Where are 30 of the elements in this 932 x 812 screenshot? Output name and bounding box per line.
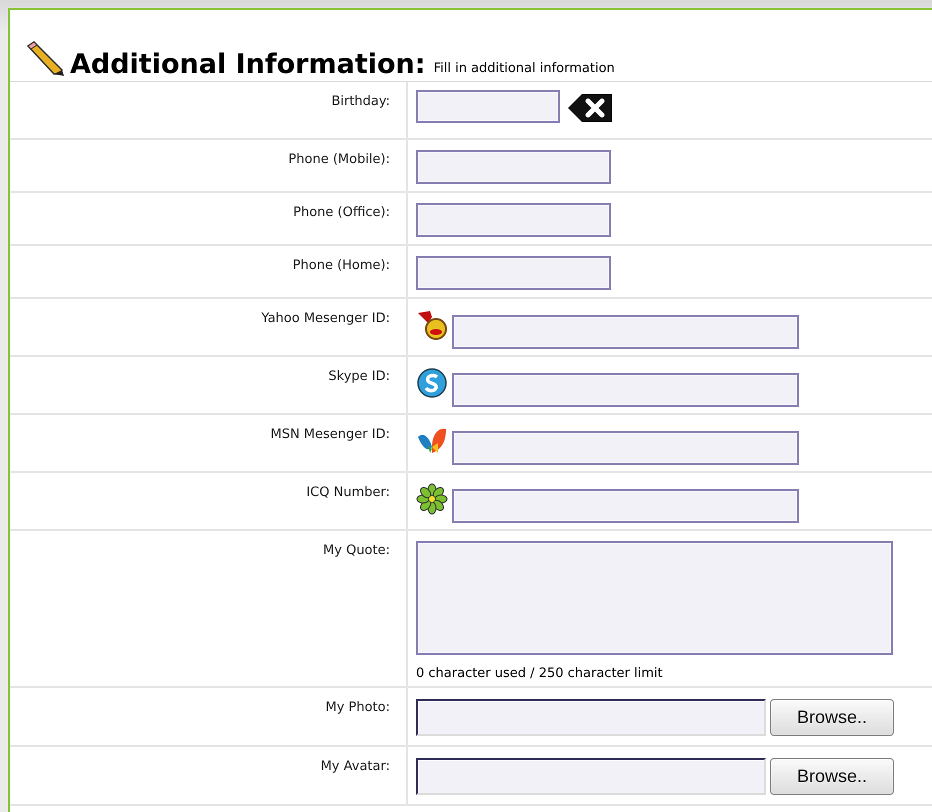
clear-icon[interactable]: [566, 92, 614, 124]
text-field[interactable]: [452, 431, 799, 465]
text-area[interactable]: [416, 541, 893, 655]
character-counter: 0 character used / 250 character limit: [416, 666, 664, 681]
field-label: My Avatar:: [320, 759, 390, 774]
date-field[interactable]: [416, 90, 560, 123]
field-label: ICQ Number:: [306, 485, 390, 500]
text-field[interactable]: [452, 489, 799, 523]
field-label: My Photo:: [325, 700, 390, 715]
field-label: My Quote:: [323, 543, 390, 558]
text-field[interactable]: [452, 315, 799, 349]
field-label: Phone (Mobile):: [288, 152, 390, 167]
field-label: Phone (Home):: [292, 258, 390, 273]
chat-logo-icon: [416, 367, 448, 399]
field-label: Phone (Office):: [293, 205, 390, 220]
flower-icon: [416, 483, 448, 515]
text-field[interactable]: [416, 203, 611, 237]
section-title: Additional Information:: [70, 51, 426, 78]
field-label: Birthday:: [331, 94, 390, 109]
text-field[interactable]: [452, 373, 799, 407]
browse-button[interactable]: Browse..: [770, 758, 894, 795]
field-label: Skype ID:: [328, 369, 390, 384]
text-field[interactable]: [416, 256, 611, 290]
file-path-field[interactable]: [416, 758, 766, 795]
browse-button[interactable]: Browse..: [770, 699, 894, 736]
field-label: MSN Mesenger ID:: [270, 427, 390, 442]
file-path-field[interactable]: [416, 699, 766, 736]
section-subtitle: Fill in additional information: [434, 61, 615, 76]
text-field[interactable]: [416, 150, 611, 184]
field-label: Yahoo Mesenger ID:: [261, 311, 390, 326]
